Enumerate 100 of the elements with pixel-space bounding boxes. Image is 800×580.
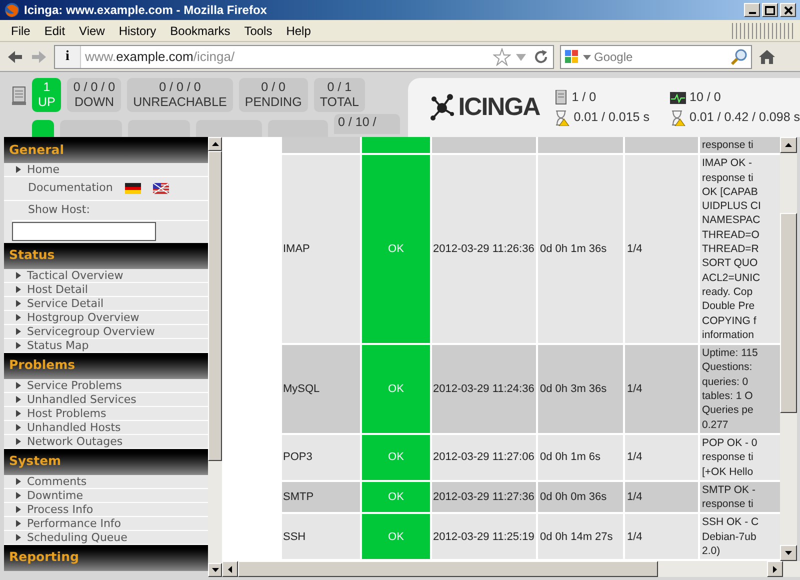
scroll-up-button[interactable]: [208, 137, 222, 151]
search-field[interactable]: Google: [594, 48, 727, 66]
last-check-time: 2012-03-29 11:26:36: [432, 155, 538, 346]
down-arrow-icon: [212, 568, 218, 572]
summary-value: 1 / 0: [572, 89, 596, 106]
last-check-time: 2012-03-29 11:27:06: [432, 434, 538, 482]
network-logo-icon: [430, 92, 456, 122]
duration-text: 0d 0h 3m 36s: [538, 345, 625, 435]
last-check-time: 2012-03-29 11:24:36: [432, 345, 538, 435]
attempt-count: 1/4: [625, 434, 700, 482]
search-engine-icon[interactable]: [564, 48, 580, 64]
maximize-button[interactable]: [762, 3, 778, 17]
address-field[interactable]: i www.example.com/icinga/: [54, 44, 554, 68]
service-status-button[interactable]: 0 / 10 /: [334, 114, 400, 134]
section-header: Reporting: [4, 544, 208, 570]
service-name: POP3: [282, 434, 362, 482]
maximize-icon: [765, 6, 775, 14]
scroll-thumb[interactable]: [238, 561, 658, 577]
duration-text: 0d 0h 14m 27s: [538, 514, 625, 561]
close-icon: [784, 6, 792, 14]
host-status-button[interactable]: 0 / 0 / 0 DOWN: [67, 78, 122, 112]
scroll-right-button[interactable]: [767, 561, 783, 577]
search-icon[interactable]: [730, 48, 748, 66]
scroll-left-button[interactable]: [222, 561, 238, 577]
host-status-button[interactable]: 0 / 1 TOTAL: [314, 78, 365, 112]
status-badge: OK: [362, 514, 432, 561]
service-name: MySQL: [282, 345, 362, 435]
status-information: SSH OK - C Debian-7ub 2.0): [700, 514, 780, 561]
menu-item[interactable]: Bookmarks: [163, 22, 238, 40]
right-arrow-icon: [773, 566, 777, 572]
menu-item[interactable]: Edit: [37, 22, 72, 40]
status-information: Uptime: 115 Questions: queries: 0 tables: 1 O Queries pe 0.277: [700, 345, 780, 435]
browser-logo-icon: [4, 2, 20, 18]
scroll-thumb[interactable]: [208, 151, 222, 461]
up-arrow-icon: [212, 142, 218, 146]
menu-item[interactable]: View: [72, 22, 112, 40]
status-badge: OK: [362, 482, 432, 514]
scroll-down-button[interactable]: [780, 545, 797, 561]
arrow-icon: [16, 166, 21, 173]
duration-text: 0d 0h 1m 6s: [538, 434, 625, 482]
flag-icon[interactable]: [124, 183, 141, 194]
status-badge: OK: [362, 345, 432, 435]
menu-item[interactable]: Help: [279, 22, 318, 40]
service-name: SSH: [282, 514, 362, 561]
window-title: Icinga: www.example.com - Mozilla Firefox: [24, 2, 268, 19]
section-header: General: [4, 137, 208, 163]
site-identity-button[interactable]: i: [55, 46, 81, 68]
monitor-pulse-icon: [670, 90, 686, 106]
dropdown-caret-icon[interactable]: [583, 52, 591, 60]
hourglass-warning-icon: [554, 110, 570, 126]
bookmark-star-icon[interactable]: [493, 48, 511, 66]
summary-value: 0.01 / 0.42 / 0.098 s: [690, 109, 800, 126]
up-arrow-icon: [785, 143, 792, 147]
last-check-time: 2012-03-29 11:25:19: [432, 514, 538, 561]
summary-value: 0.01 / 0.015 s: [574, 109, 650, 126]
attempt-count: 1/4: [625, 482, 700, 514]
menu-item[interactable]: Tools: [237, 22, 280, 40]
field-label: Show Host:: [12, 201, 208, 220]
host-status-button[interactable]: 0 / 0 PENDING: [238, 78, 308, 112]
duration-text: 0d 0h 0m 36s: [538, 482, 625, 514]
attempt-count: 1/4: [625, 155, 700, 346]
status-information: IMAP OK - response ti OK [CAPAB UIDPLUS CI NAMESPAC THREAD=O THREAD=R SORT QUO ACL2=UNIC ready. Cop Double Pre COPYING f information: [700, 155, 780, 346]
section-header: System: [4, 448, 208, 474]
search-box[interactable]: Google: [560, 44, 752, 68]
section-header: Problems: [4, 352, 208, 378]
last-check-time: 2012-03-29 11:27:36: [432, 482, 538, 514]
attempt-count: 1/4: [625, 514, 700, 561]
flag-icon[interactable]: [152, 183, 169, 194]
menu-item[interactable]: File: [4, 22, 38, 40]
minimize-icon: [748, 12, 756, 14]
service-name: IMAP: [282, 155, 362, 346]
server-icon: [12, 86, 26, 106]
summary-value: 10 / 0: [690, 89, 721, 106]
home-icon[interactable]: [758, 48, 776, 66]
scroll-down-button[interactable]: [208, 563, 222, 577]
url-text: www.example.com/icinga/: [84, 48, 236, 66]
toolbar-grip: [732, 22, 796, 38]
service-name: SMTP: [282, 482, 362, 514]
logo-text: ICINGA: [458, 92, 540, 123]
section-header: Status: [4, 242, 208, 268]
reload-icon[interactable]: [533, 48, 549, 64]
host-search-field[interactable]: [12, 222, 156, 240]
status-information: response ti: [700, 137, 780, 156]
down-arrow-icon: [785, 551, 792, 555]
left-arrow-icon: [228, 566, 232, 572]
host-status-button[interactable]: 0 / 0 / 0 UNREACHABLE: [127, 78, 233, 112]
duration-text: 0d 0h 1m 36s: [538, 155, 625, 346]
close-button[interactable]: [780, 3, 796, 17]
server-icon: [554, 90, 568, 106]
status-badge: OK: [362, 155, 432, 346]
status-badge: OK: [362, 434, 432, 482]
menu-item[interactable]: History: [112, 22, 164, 40]
status-information: POP OK - 0 response ti [+OK Hello: [700, 434, 780, 482]
status-information: SMTP OK - response ti: [700, 482, 780, 514]
scroll-up-button[interactable]: [780, 137, 797, 153]
attempt-count: 1/4: [625, 345, 700, 435]
hourglass-warning-icon: [670, 110, 686, 126]
nav-link[interactable]: Home: [27, 163, 60, 176]
minimize-button[interactable]: [744, 3, 760, 17]
scroll-thumb[interactable]: [780, 213, 797, 413]
